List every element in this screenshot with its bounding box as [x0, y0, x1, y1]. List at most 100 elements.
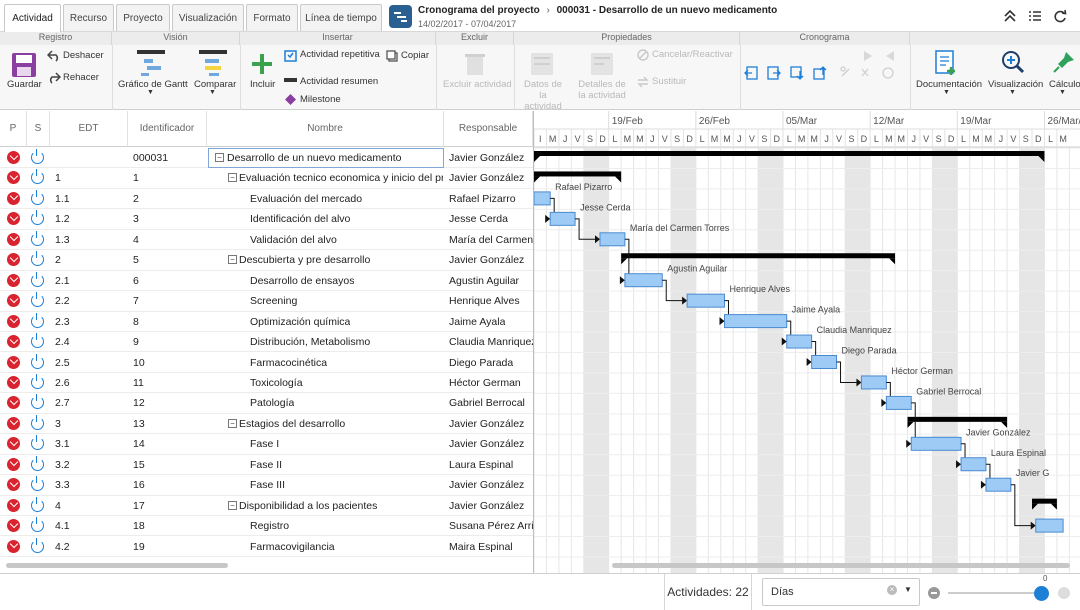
milestone-icon[interactable] — [285, 94, 296, 105]
power-icon[interactable] — [31, 496, 44, 512]
name-cell[interactable]: Registro — [250, 520, 289, 532]
stop-status-icon[interactable] — [7, 478, 20, 492]
stop-status-icon[interactable] — [7, 171, 20, 185]
power-icon[interactable] — [31, 455, 44, 471]
table-row[interactable]: 3 13 − Estagios del desarrollo Javier Gonzál… — [0, 414, 533, 435]
table-row[interactable]: 1.2 3 Identificación del alvo Jesse Cerda — [0, 209, 533, 230]
power-icon[interactable] — [31, 373, 44, 389]
power-icon[interactable] — [31, 394, 44, 410]
power-icon[interactable] — [31, 333, 44, 349]
power-icon[interactable] — [31, 537, 44, 553]
tab-linea-tiempo[interactable]: Línea de tiempo — [300, 4, 382, 31]
stop-status-icon[interactable] — [7, 519, 20, 533]
include-button[interactable]: Incluir — [250, 79, 275, 90]
calculate-pin-icon[interactable] — [1052, 50, 1076, 74]
copy-button[interactable]: Copiar — [401, 50, 429, 61]
indent-right-icon[interactable] — [767, 66, 781, 80]
zoom-slider[interactable] — [948, 592, 1048, 594]
gantt-horizontal-scrollbar[interactable] — [612, 563, 1070, 568]
stop-status-icon[interactable] — [7, 375, 20, 389]
summary-activity-icon[interactable] — [284, 76, 297, 86]
task-bar[interactable] — [723, 314, 788, 329]
undo-icon[interactable] — [47, 50, 61, 62]
chevron-down-icon[interactable]: ▼ — [1009, 89, 1016, 96]
name-cell[interactable]: Screening — [250, 295, 297, 307]
header-edt[interactable]: EDT — [50, 111, 128, 147]
gantt-chart-icon[interactable] — [137, 49, 165, 77]
redo-button[interactable]: Rehacer — [63, 72, 99, 83]
name-cell[interactable]: Fase I — [250, 438, 279, 450]
name-cell[interactable]: Patología — [250, 397, 294, 409]
move-down-icon[interactable] — [790, 66, 804, 80]
repeat-activity-button[interactable]: Actividad repetitiva — [300, 49, 380, 60]
table-row[interactable]: 2.3 8 Optimización química Jaime Ayala — [0, 312, 533, 332]
add-icon[interactable] — [251, 53, 273, 75]
table-row[interactable]: 1.1 2 Evaluación del mercado Rafael Pizarro — [0, 189, 533, 210]
task-bar[interactable] — [533, 191, 551, 206]
zoom-view-icon[interactable] — [1001, 50, 1025, 74]
power-icon[interactable] — [31, 149, 44, 164]
table-row[interactable]: 2 5 − Descubierta y pre desarrollo Javier Go… — [0, 250, 533, 271]
header-s[interactable]: S — [27, 111, 50, 147]
name-cell[interactable]: Disponibilidad a los pacientes — [239, 500, 377, 512]
name-cell[interactable]: Optimización química — [250, 316, 350, 328]
stop-status-icon[interactable] — [7, 539, 20, 553]
header-identificador[interactable]: Identificador — [128, 111, 207, 147]
stop-status-icon[interactable] — [7, 498, 20, 512]
task-bar[interactable] — [686, 293, 725, 308]
table-row[interactable]: 3.3 16 Fase III Javier González — [0, 475, 533, 496]
compare-icon[interactable] — [199, 49, 227, 77]
task-bar[interactable] — [860, 375, 887, 390]
name-cell[interactable]: Fase II — [250, 459, 282, 471]
stop-status-icon[interactable] — [7, 212, 20, 226]
header-nombre[interactable]: Nombre — [207, 111, 444, 147]
refresh-icon[interactable] — [1052, 9, 1068, 23]
name-cell[interactable]: Descubierta y pre desarrollo — [239, 254, 370, 266]
task-bar[interactable] — [910, 436, 962, 451]
zoom-out-icon[interactable] — [928, 587, 940, 599]
name-cell[interactable]: Estagios del desarrollo — [239, 418, 345, 430]
clear-icon[interactable]: × — [887, 585, 897, 595]
stop-status-icon[interactable] — [7, 355, 20, 369]
chevron-down-icon[interactable]: ▼ — [1059, 89, 1066, 96]
copy-icon[interactable] — [386, 50, 398, 62]
chevron-down-icon[interactable]: ▼ — [943, 89, 950, 96]
documentation-icon[interactable] — [934, 50, 958, 76]
power-icon[interactable] — [31, 210, 44, 226]
power-icon[interactable] — [31, 517, 44, 533]
summary-bar[interactable] — [534, 151, 1045, 156]
table-row[interactable]: 2.1 6 Desarrollo de ensayos Agustin Aguilar — [0, 271, 533, 292]
zoom-in-icon[interactable] — [1058, 587, 1070, 599]
power-icon[interactable] — [31, 353, 44, 369]
undo-button[interactable]: Deshacer — [63, 50, 104, 61]
stop-status-icon[interactable] — [7, 396, 20, 410]
task-bar[interactable] — [549, 211, 576, 226]
task-bar[interactable] — [960, 457, 987, 472]
tab-proyecto[interactable]: Proyecto — [116, 4, 170, 31]
stop-status-icon[interactable] — [7, 314, 20, 328]
power-icon[interactable] — [31, 189, 44, 205]
summary-bar[interactable] — [1032, 498, 1057, 504]
repeat-activity-icon[interactable] — [284, 49, 297, 62]
name-cell[interactable]: Desarrollo de ensayos — [250, 275, 354, 287]
table-row[interactable]: 2.6 11 Toxicología Héctor German — [0, 373, 533, 394]
table-row[interactable]: 1.3 4 Validación del alvo María del Carmen — [0, 230, 533, 251]
indent-left-icon[interactable] — [744, 66, 758, 80]
power-icon[interactable] — [31, 169, 44, 185]
power-icon[interactable] — [31, 414, 44, 430]
name-cell[interactable]: Identificación del alvo — [250, 213, 350, 225]
stop-status-icon[interactable] — [7, 294, 20, 308]
summary-activity-button[interactable]: Actividad resumen — [300, 76, 378, 87]
table-row[interactable]: 3.2 15 Fase II Laura Espinal — [0, 455, 533, 476]
name-cell[interactable]: Evaluación del mercado — [250, 193, 362, 205]
move-up-icon[interactable] — [813, 66, 827, 80]
name-cell[interactable]: Farmacovigilancia — [250, 541, 335, 553]
task-bar[interactable] — [985, 477, 1012, 492]
stop-status-icon[interactable] — [7, 232, 20, 246]
power-icon[interactable] — [31, 271, 44, 287]
summary-bar[interactable] — [621, 253, 896, 259]
stop-status-icon[interactable] — [7, 273, 20, 287]
stop-status-icon[interactable] — [7, 253, 20, 267]
tab-formato[interactable]: Formato — [246, 4, 298, 31]
tab-recurso[interactable]: Recurso — [63, 4, 114, 31]
